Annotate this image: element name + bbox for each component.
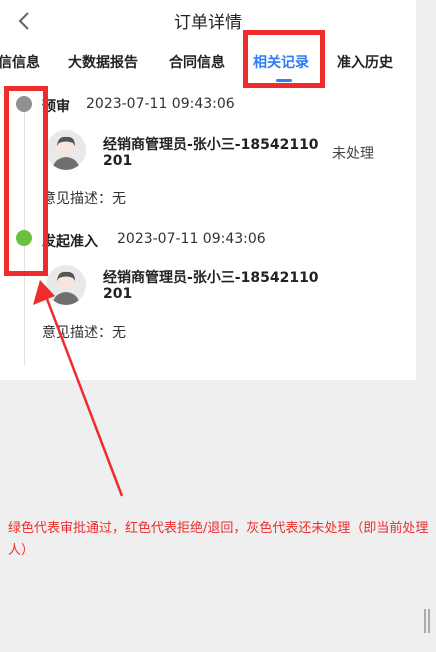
annotation-text: 绿色代表审批通过，红色代表拒绝/退回，灰色代表还未处理（即当前处理人） (8, 521, 429, 558)
scroll-handle-icon[interactable] (423, 609, 431, 633)
